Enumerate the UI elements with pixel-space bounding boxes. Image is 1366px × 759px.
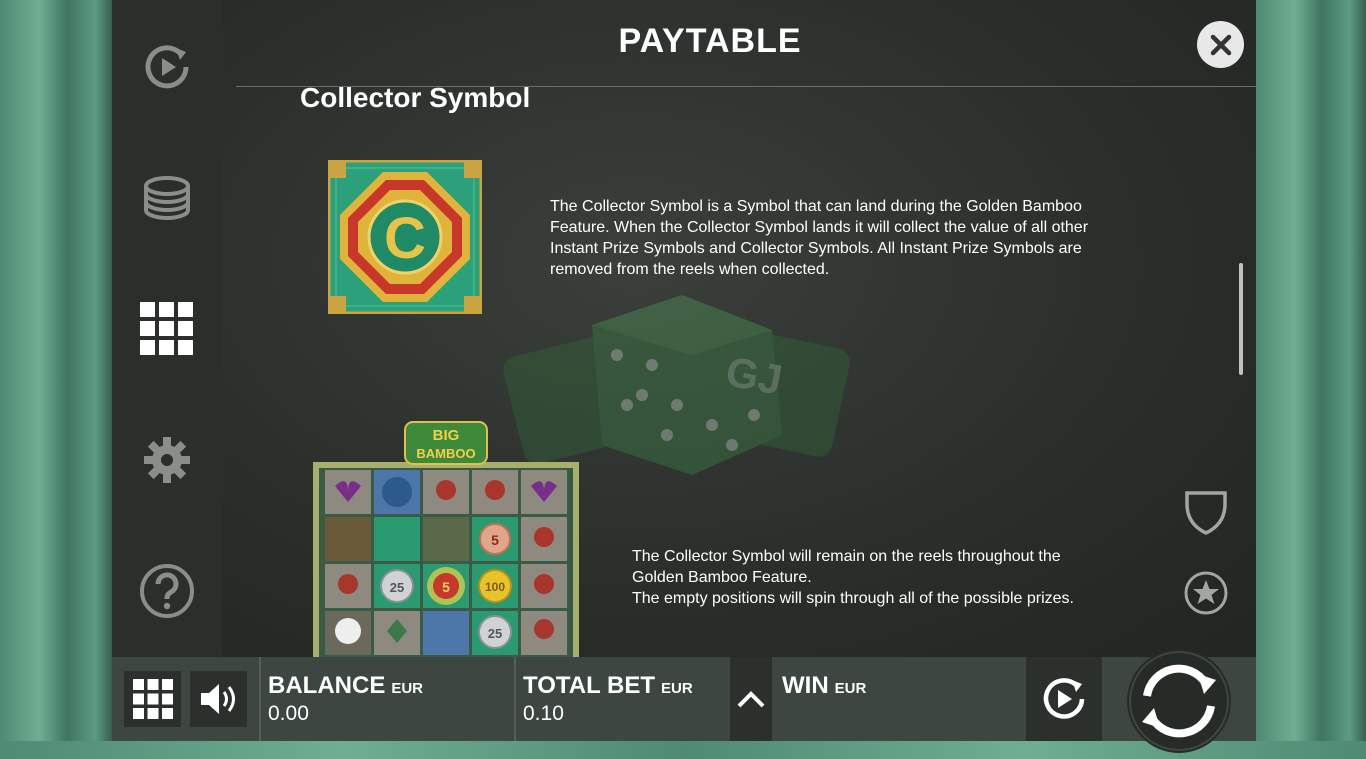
coins-icon [144,176,190,220]
preview-value: 25 [488,626,502,641]
help-menu-button[interactable] [137,561,197,621]
balance-label-text: BALANCE [268,672,386,699]
total-bet-value: 0.10 [523,702,564,725]
collector-symbol-image: C [328,160,482,314]
preview-value: 25 [390,580,404,595]
total-bet-currency: EUR [661,680,693,697]
help-icon [140,564,194,618]
star-icon [1184,571,1228,615]
autoplay-menu-button[interactable] [137,37,197,97]
collector-symbol-letter: C [384,206,426,271]
menu-grid-icon [132,679,173,719]
balance-label: BALANCE EUR [268,672,423,700]
game-preview-image: 5 25 5 100 25 BIG BAMBOO [313,418,579,657]
balance-value: 0.00 [268,702,309,725]
collector-description-2: The Collector Symbol will remain on the … [632,548,1074,607]
collector-description-1: The Collector Symbol is a Symbol that ca… [550,198,1089,278]
autoplay-icon [145,45,189,89]
watermark-text: GJ [722,348,785,404]
preview-value: 5 [491,532,499,548]
balance-currency: EUR [391,680,423,697]
preview-value: 100 [485,580,505,594]
menu-button[interactable] [124,671,181,727]
gear-icon [144,437,190,483]
paytable-grid-icon [140,302,193,355]
bottom-divider [259,657,261,741]
close-icon [1210,34,1231,55]
win-currency: EUR [834,680,867,697]
paytable-menu-button[interactable] [137,299,197,359]
scrollbar[interactable] [1239,263,1243,375]
favorite-button[interactable] [1183,570,1229,616]
spin-button[interactable] [1102,649,1256,753]
section-title: Collector Symbol [300,82,531,113]
settings-menu-button[interactable] [137,430,197,490]
total-bet-label-text: TOTAL BET [523,672,655,699]
spin-icon [1127,649,1231,753]
speaker-icon [200,684,235,714]
background-left [0,0,112,759]
preview-logo-line1: BIG [433,427,460,444]
win-label: WIN EUR [782,672,866,700]
autoplay-button[interactable] [1026,657,1102,741]
bottom-divider [514,657,516,741]
close-button[interactable] [1197,21,1244,68]
preview-logo-line2: BAMBOO [416,446,475,461]
total-bet-label: TOTAL BET EUR [523,672,693,700]
chevron-up-icon [737,691,765,708]
win-label-text: WIN [782,672,829,699]
autoplay-icon [1043,678,1085,719]
bet-menu-button[interactable] [137,168,197,228]
background-right [1256,0,1366,759]
shield-icon [1185,491,1227,535]
shield-button[interactable] [1183,489,1229,537]
preview-value: 5 [442,579,450,595]
bet-up-button[interactable] [730,657,772,741]
sound-button[interactable] [190,671,247,727]
page-title: PAYTABLE [618,22,802,60]
